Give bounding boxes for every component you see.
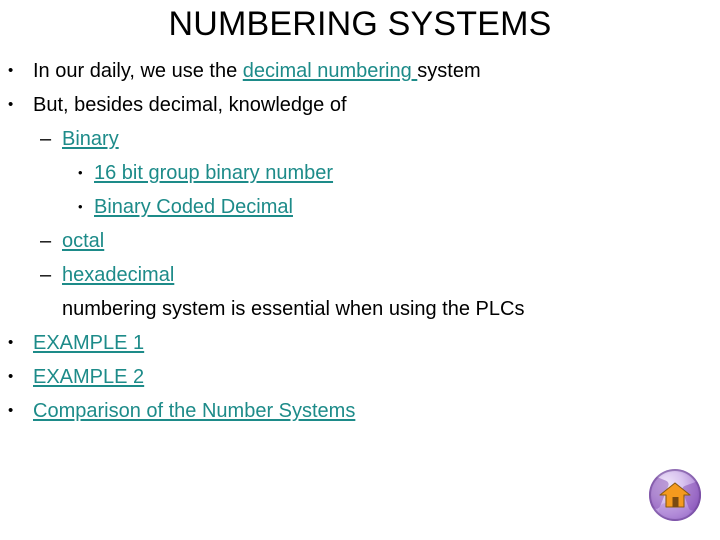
bullet-text: But, besides decimal, knowledge of (33, 90, 347, 120)
home-button[interactable] (649, 469, 701, 521)
bullet-line: • EXAMPLE 2 (0, 362, 720, 396)
bullet-marker: • (8, 402, 14, 419)
bullet-text: numbering system is essential when using… (62, 294, 524, 324)
bullet-text: octal (62, 226, 104, 256)
bullet-marker: – (40, 230, 52, 252)
bullet-line: – Binary (0, 124, 720, 158)
hyperlink[interactable]: octal (62, 230, 104, 252)
bullet-text: Binary (62, 124, 119, 154)
bullet-marker: • (78, 199, 83, 214)
bullet-marker: • (78, 165, 83, 180)
hyperlink[interactable]: Binary Coded Decimal (94, 196, 293, 218)
hyperlink[interactable]: decimal numbering (243, 60, 418, 82)
bullet-text: 16 bit group binary number (94, 158, 333, 188)
bullet-text: Binary Coded Decimal (94, 192, 293, 222)
bullet-marker: • (8, 96, 14, 113)
static-text: numbering system is essential when using… (62, 298, 525, 320)
bullet-marker: • (8, 62, 14, 79)
static-text: But, besides decimal, knowledge of (33, 94, 347, 116)
hyperlink[interactable]: hexadecimal (62, 264, 174, 286)
bullet-line: • Comparison of the Number Systems (0, 396, 720, 430)
bullet-text: In our daily, we use the decimal numberi… (33, 56, 481, 86)
bullet-line: • Binary Coded Decimal (0, 192, 720, 226)
bullet-marker: – (40, 128, 52, 150)
bullet-line: • 16 bit group binary number (0, 158, 720, 192)
bullet-line: • In our daily, we use the decimal number… (0, 56, 720, 90)
static-text: In our daily, we use the (33, 60, 243, 82)
bullet-line: • EXAMPLE 1 (0, 328, 720, 362)
bullet-line: • But, besides decimal, knowledge of (0, 90, 720, 124)
bullet-text: EXAMPLE 1 (33, 328, 144, 358)
bullet-line: numbering system is essential when using… (0, 294, 720, 328)
hyperlink[interactable]: EXAMPLE 2 (33, 366, 144, 388)
bullet-marker: • (8, 334, 14, 351)
bullet-marker: – (40, 264, 52, 286)
bullet-line: – octal (0, 226, 720, 260)
bullet-text: Comparison of the Number Systems (33, 396, 355, 426)
hyperlink[interactable]: 16 bit group binary number (94, 162, 333, 184)
hyperlink[interactable]: Comparison of the Number Systems (33, 400, 355, 422)
page-title: NUMBERING SYSTEMS (168, 5, 552, 43)
hyperlink[interactable]: Binary (62, 128, 119, 150)
bullet-text: EXAMPLE 2 (33, 362, 144, 392)
bullet-line: – hexadecimal (0, 260, 720, 294)
bullet-marker: • (8, 368, 14, 385)
slide: NUMBERING SYSTEMS • In our daily, we use … (0, 0, 720, 540)
hyperlink[interactable]: EXAMPLE 1 (33, 332, 144, 354)
home-icon (659, 482, 691, 508)
bullet-text: hexadecimal (62, 260, 174, 290)
static-text: system (417, 60, 481, 82)
slide-body: • In our daily, we use the decimal number… (0, 56, 720, 430)
